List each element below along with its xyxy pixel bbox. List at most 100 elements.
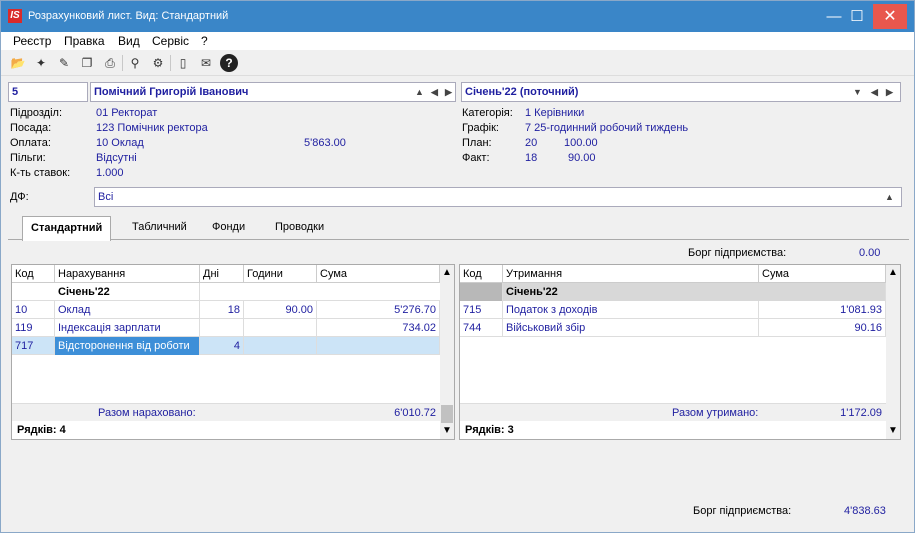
- period-field[interactable]: Січень'22 (поточний) ▼ ◀ ▶: [461, 82, 901, 102]
- new-icon[interactable]: ✦: [32, 54, 50, 72]
- prev-icon[interactable]: ◀: [431, 83, 438, 101]
- help-icon[interactable]: ?: [220, 54, 238, 72]
- col-deduction[interactable]: Утримання: [503, 265, 759, 283]
- schedule-label: Графік:: [462, 122, 499, 134]
- row-days: 4: [200, 337, 244, 355]
- scroll-down-icon[interactable]: ▼: [440, 425, 454, 436]
- app-logo-icon: IS: [8, 9, 22, 23]
- debt-top-value: 0.00: [859, 247, 881, 259]
- accruals-scrollbar[interactable]: ▲ ▼: [440, 265, 454, 439]
- pay-amount: 5'863.00: [304, 137, 346, 149]
- tab-bar: Стандартний Табличний Фонди Проводки: [8, 212, 909, 241]
- sort-up-icon[interactable]: ▲: [415, 83, 424, 101]
- menu-service[interactable]: Сервіс: [152, 34, 189, 48]
- row-name: Індексація зарплати: [55, 319, 200, 337]
- tab-table[interactable]: Табличний: [124, 216, 195, 240]
- table-row[interactable]: 744 Військовий збір 90.16: [460, 319, 886, 337]
- col-days[interactable]: Дні: [200, 265, 244, 283]
- chevron-down-icon[interactable]: ▼: [853, 83, 862, 101]
- position-value: 123 Помічник ректора: [96, 122, 208, 134]
- table-row[interactable]: 10 Оклад 18 90.00 5'276.70: [12, 301, 440, 319]
- document-icon[interactable]: ▯: [174, 54, 192, 72]
- tab-standard[interactable]: Стандартний: [22, 216, 112, 241]
- df-label: ДФ:: [10, 191, 29, 203]
- toolbar: 📂 ✦ ✎ ❐ ⎙ ⚲ ⚙ ▯ ✉ ?: [1, 50, 914, 76]
- row-name: Відсторонення від роботи: [55, 337, 200, 355]
- row-code: 119: [12, 319, 55, 337]
- period-label: Січень'22 (поточний): [465, 86, 579, 98]
- edit-icon[interactable]: ✎: [55, 54, 73, 72]
- scroll-up-icon[interactable]: ▲: [886, 267, 900, 278]
- main-window: IS Розрахунковий лист. Вид: Стандартний …: [0, 0, 915, 533]
- col-sum[interactable]: Сума: [759, 265, 886, 283]
- subdivision-label: Підрозділ:: [10, 107, 63, 119]
- row-hours: 90.00: [244, 301, 317, 319]
- plan-hours: 100.00: [564, 137, 598, 149]
- debt-top-label: Борг підприємства:: [688, 247, 787, 259]
- tab-funds[interactable]: Фонди: [204, 216, 253, 240]
- rates-value: 1.000: [96, 167, 124, 179]
- category-label: Категорія:: [462, 107, 513, 119]
- table-row[interactable]: 119 Індексація зарплати 734.02: [12, 319, 440, 337]
- toolbar-separator: [122, 55, 123, 71]
- maximize-button[interactable]: ☐: [842, 1, 872, 32]
- col-sum[interactable]: Сума: [317, 265, 440, 283]
- group-label: Січень'22: [503, 283, 886, 301]
- df-select[interactable]: Всі ▲: [94, 187, 902, 207]
- accruals-rows-count: Рядків: 4: [17, 424, 66, 436]
- prev-period-icon[interactable]: ◀: [871, 83, 878, 101]
- row-sum: 734.02: [317, 319, 440, 337]
- deductions-scrollbar[interactable]: ▲ ▼: [886, 265, 900, 439]
- copy-icon[interactable]: ❐: [78, 54, 96, 72]
- group-row[interactable]: Січень'22: [460, 283, 886, 301]
- next-icon[interactable]: ▶: [445, 83, 452, 101]
- mail-icon[interactable]: ✉: [197, 54, 215, 72]
- col-code[interactable]: Код: [460, 265, 503, 283]
- scroll-thumb[interactable]: [441, 405, 453, 423]
- employee-code-field[interactable]: 5: [8, 82, 88, 102]
- row-days: 18: [200, 301, 244, 319]
- schedule-value: 7 25-годинний робочий тиждень: [525, 122, 689, 134]
- menu-help[interactable]: ?: [201, 34, 208, 48]
- row-code: 715: [460, 301, 503, 319]
- group-row[interactable]: Січень'22: [12, 283, 440, 301]
- row-sum: [317, 337, 440, 355]
- row-days: [200, 319, 244, 337]
- window-title: Розрахунковий лист. Вид: Стандартний: [28, 10, 229, 22]
- scroll-down-icon[interactable]: ▼: [886, 425, 900, 436]
- search-icon[interactable]: ⚲: [126, 54, 144, 72]
- next-period-icon[interactable]: ▶: [886, 83, 893, 101]
- row-sum: 1'081.93: [759, 301, 886, 319]
- settings-icon[interactable]: ⚙: [149, 54, 167, 72]
- open-icon[interactable]: 📂: [9, 54, 27, 72]
- row-hours: [244, 319, 317, 337]
- totals-row: Разом утримано: 1'172.09: [460, 403, 886, 421]
- chevron-up-icon[interactable]: ▲: [885, 188, 894, 206]
- fact-days: 18: [525, 152, 538, 164]
- deductions-rows-count: Рядків: 3: [465, 424, 514, 436]
- col-accrual[interactable]: Нарахування: [55, 265, 200, 283]
- table-row-selected[interactable]: 717 Відсторонення від роботи 4: [12, 337, 440, 355]
- menu-view[interactable]: Вид: [118, 34, 140, 48]
- deductions-grid: Код Утримання Сума Січень'22 715 Податок…: [459, 264, 901, 440]
- table-row[interactable]: 715 Податок з доходів 1'081.93: [460, 301, 886, 319]
- col-hours[interactable]: Години: [244, 265, 317, 283]
- subdivision-value: 01 Ректорат: [96, 107, 158, 119]
- benefits-value: Відсутні: [96, 152, 137, 164]
- employee-name: Помічний Григорій Іванович: [94, 86, 249, 98]
- accruals-grid: Код Нарахування Дні Години Сума Січень'2…: [11, 264, 455, 440]
- menu-edit[interactable]: Правка: [64, 34, 105, 48]
- debt-bottom-label: Борг підприємства:: [693, 505, 792, 517]
- deductions-total-label: Разом утримано:: [672, 407, 759, 419]
- scroll-up-icon[interactable]: ▲: [440, 267, 454, 278]
- menu-registry[interactable]: Реєстр: [13, 34, 51, 48]
- col-code[interactable]: Код: [12, 265, 55, 283]
- benefits-label: Пільги:: [10, 152, 46, 164]
- toolbar-separator: [170, 55, 171, 71]
- accruals-total-label: Разом нараховано:: [98, 407, 196, 419]
- close-button[interactable]: ✕: [873, 4, 907, 29]
- print-icon[interactable]: ⎙: [101, 54, 119, 72]
- tab-postings[interactable]: Проводки: [267, 216, 332, 240]
- row-name: Податок з доходів: [503, 301, 759, 319]
- employee-name-field[interactable]: Помічний Григорій Іванович ▲ ◀ ▶: [90, 82, 456, 102]
